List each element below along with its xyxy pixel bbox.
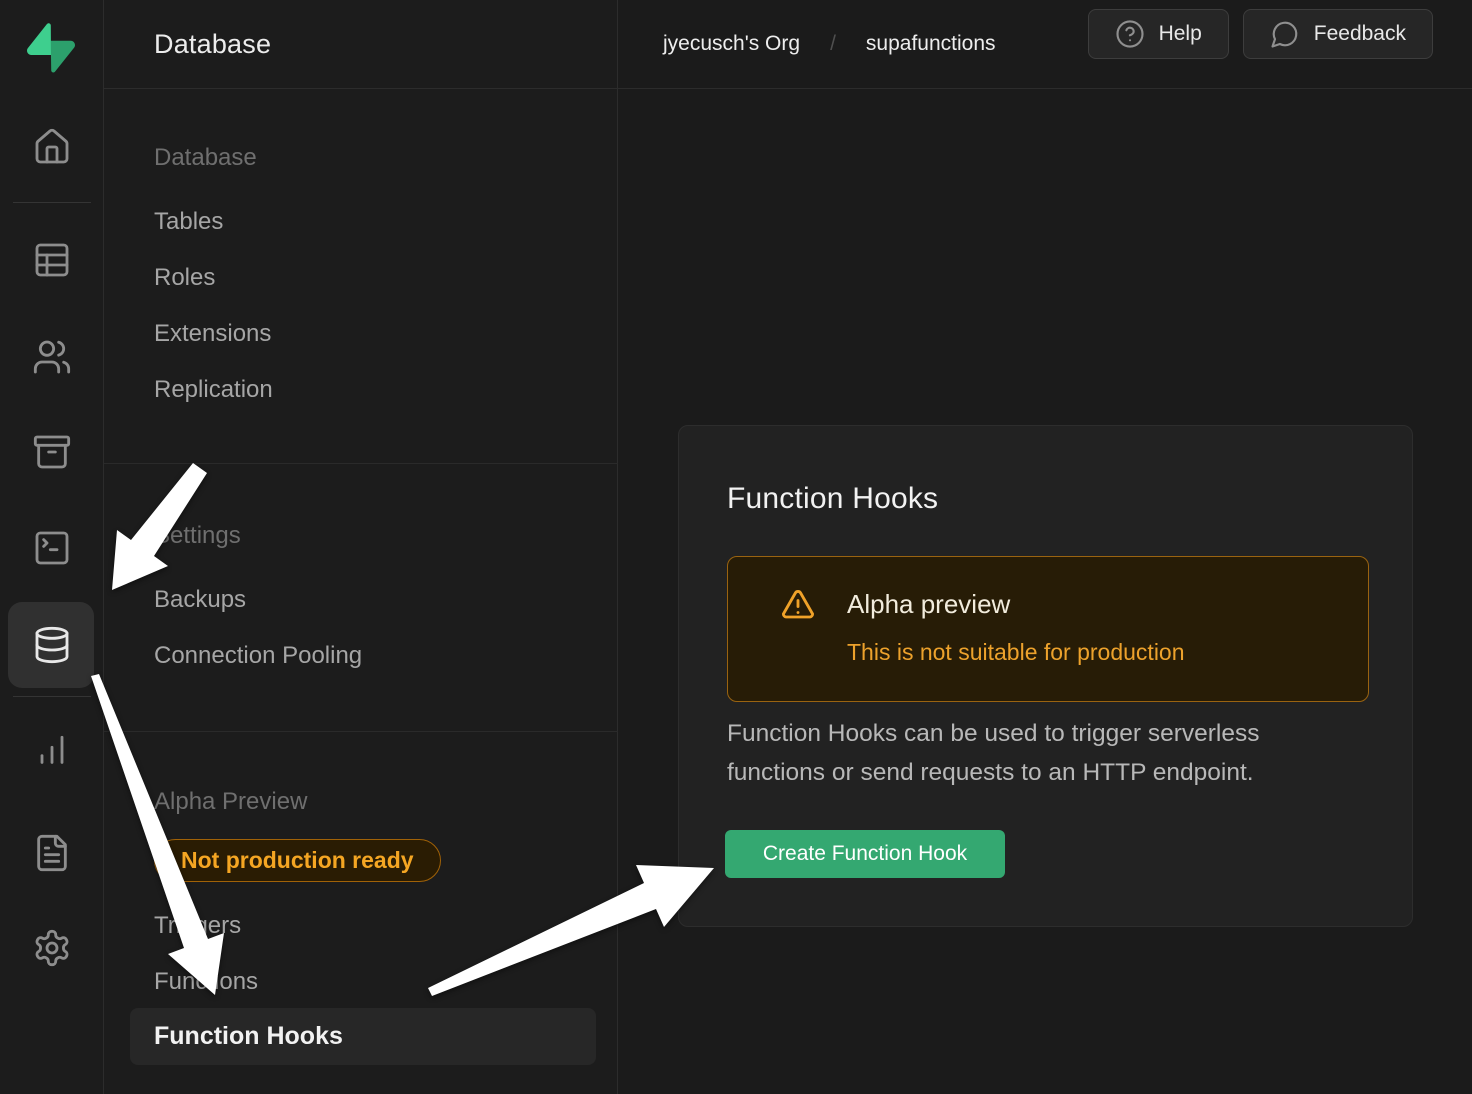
sidebar-item-backups[interactable]: Backups [154,585,246,615]
sidebar-divider [104,463,618,464]
section-header-settings: Settings [154,521,241,551]
logs-icon[interactable] [30,831,74,875]
help-button[interactable]: Help [1088,9,1229,59]
table-editor-icon[interactable] [30,238,74,282]
supabase-logo[interactable] [27,22,75,74]
top-bar: jyecusch's Org / supafunctions Help Feed… [618,0,1472,89]
sidebar-item-replication[interactable]: Replication [154,375,273,405]
sql-terminal-icon[interactable] [30,526,74,570]
storage-icon[interactable] [30,430,74,474]
function-hooks-card: Function Hooks Alpha preview This is not… [678,425,1413,927]
rail-divider [13,202,91,203]
sidebar-item-function-hooks-label: Function Hooks [154,1022,343,1051]
alpha-preview-alert: Alpha preview This is not suitable for p… [727,556,1369,702]
help-button-label: Help [1159,22,1202,46]
card-description: Function Hooks can be used to trigger se… [727,714,1355,792]
sidebar-item-connection-pooling[interactable]: Connection Pooling [154,641,362,671]
sidebar-divider [104,731,618,732]
section-header-database: Database [154,143,257,173]
supabase-bolt-icon [27,22,75,74]
not-production-ready-badge: Not production ready [154,839,441,882]
create-function-hook-button[interactable]: Create Function Hook [725,830,1005,878]
section-header-alpha-preview: Alpha Preview [154,787,307,817]
breadcrumb-separator: / [830,32,836,56]
help-circle-icon [1115,19,1145,49]
breadcrumb-org[interactable]: jyecusch's Org [663,32,800,56]
database-icon[interactable] [30,623,74,667]
rail-divider [13,696,91,697]
feedback-button[interactable]: Feedback [1243,9,1433,59]
reports-icon[interactable] [30,727,74,771]
settings-gear-icon[interactable] [30,926,74,970]
alert-subtitle: This is not suitable for production [847,639,1185,666]
sidebar-item-function-hooks[interactable]: Function Hooks [130,1008,596,1065]
sidebar-item-roles[interactable]: Roles [154,263,215,293]
speech-bubble-icon [1270,19,1300,49]
sidebar-item-functions[interactable]: Functions [154,967,258,997]
sidebar-item-tables[interactable]: Tables [154,207,223,237]
warning-triangle-icon [780,587,816,623]
card-title: Function Hooks [727,482,938,516]
icon-rail [0,0,104,1094]
sidebar-panel-title: Database [154,29,271,60]
auth-users-icon[interactable] [30,335,74,379]
feedback-button-label: Feedback [1314,22,1406,46]
sidebar-item-extensions[interactable]: Extensions [154,319,271,349]
breadcrumb-project[interactable]: supafunctions [866,32,996,56]
database-sidebar: Database Database Tables Roles Extension… [104,0,618,1094]
alert-title: Alpha preview [847,589,1010,620]
home-icon[interactable] [30,125,74,169]
topbar-buttons: Help Feedback [1088,9,1433,59]
sidebar-header: Database [104,0,617,89]
sidebar-item-triggers[interactable]: Triggers [154,911,241,941]
